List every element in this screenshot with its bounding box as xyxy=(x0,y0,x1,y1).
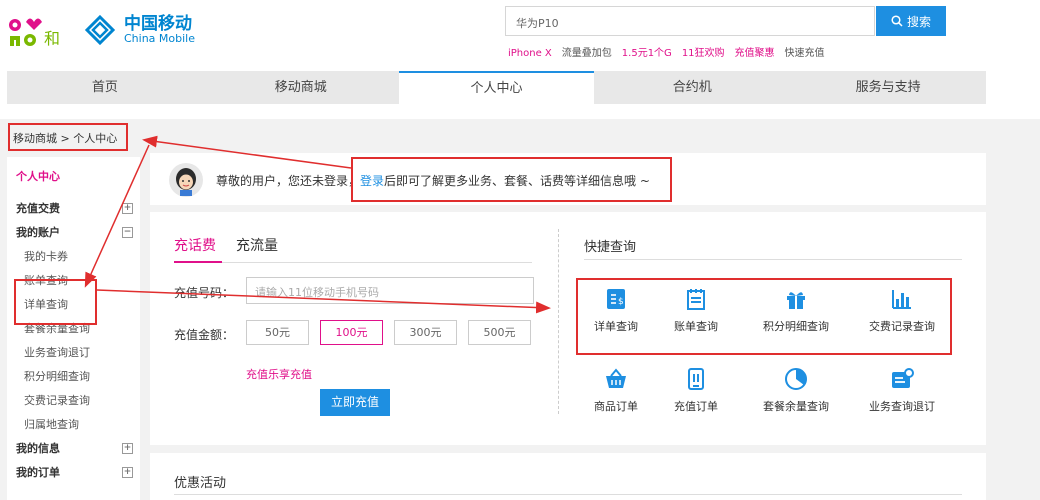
arrow-login-to-breadcrumb xyxy=(142,135,352,169)
arrow-bills-to-quick xyxy=(96,289,551,314)
arrow-breadcrumb-to-bills xyxy=(84,144,150,288)
annotation-arrows xyxy=(84,135,551,314)
